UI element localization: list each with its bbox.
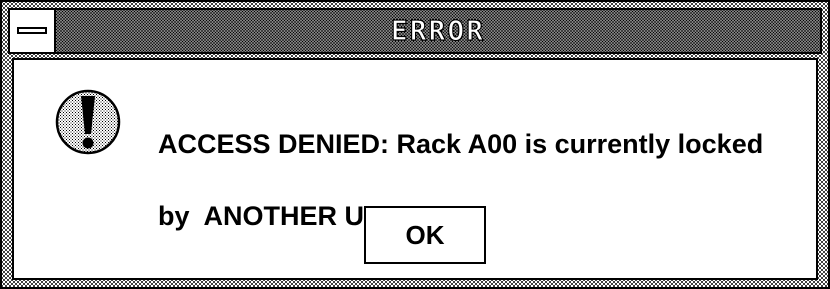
error-message-line-1: ACCESS DENIED: Rack A00 is currently loc… (158, 129, 764, 159)
window-title: ERROR (390, 13, 486, 47)
system-menu-icon (17, 27, 47, 34)
exclamation-icon (55, 89, 121, 155)
dialog-body: ACCESS DENIED: Rack A00 is currently loc… (12, 58, 818, 280)
error-dialog: ERROR ACCESS DENIED: Rack A00 is current… (0, 0, 830, 289)
ok-button[interactable]: OK (364, 206, 486, 264)
title-bar[interactable]: ERROR (8, 8, 822, 54)
system-menu-button[interactable] (10, 10, 56, 52)
